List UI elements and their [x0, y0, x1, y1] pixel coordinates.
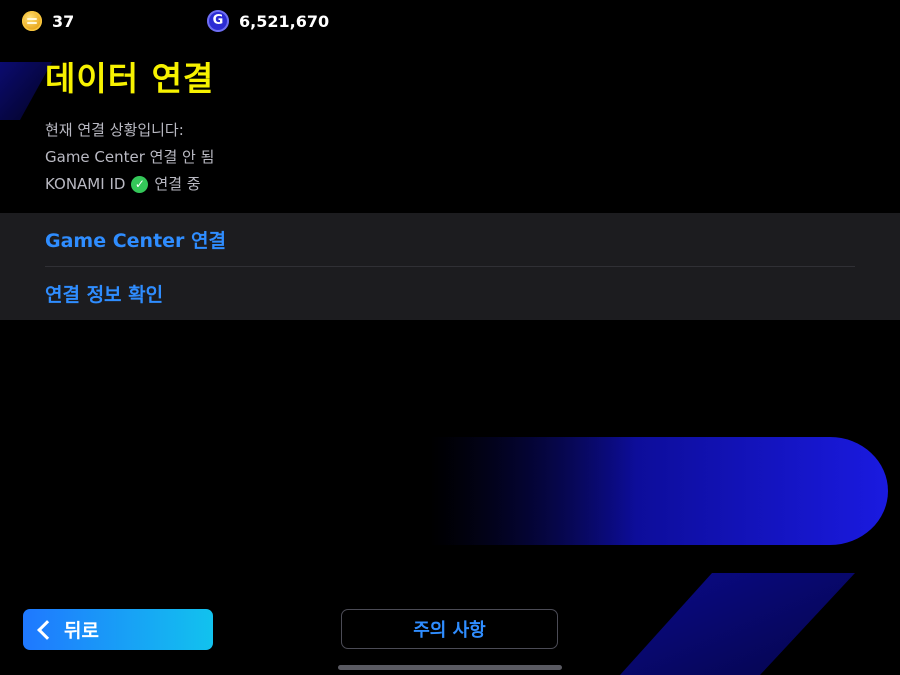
konami-status: 연결 중 — [154, 175, 201, 193]
back-button[interactable]: 뒤로 — [23, 609, 213, 650]
check-icon: ✓ — [131, 176, 149, 193]
back-label: 뒤로 — [64, 620, 99, 642]
gp-value: 6,521,670 — [239, 11, 330, 31]
gp-icon: G — [207, 10, 229, 32]
game-center-status: Game Center 연결 안 됨 — [45, 148, 215, 166]
status-intro: 현재 연결 상황입니다: — [45, 121, 184, 139]
coin-icon — [22, 11, 42, 31]
konami-id-label: KONAMI ID — [45, 175, 126, 193]
notice-button[interactable]: 주의 사항 — [341, 609, 558, 649]
konami-status-row: KONAMI ID ✓ 연결 중 — [45, 171, 214, 198]
home-indicator — [338, 665, 562, 670]
chevron-left-icon — [37, 619, 57, 640]
page-title: 데이터 연결 — [45, 59, 215, 98]
connection-menu: Game Center 연결 연결 정보 확인 — [0, 213, 900, 320]
menu-item-check-connection-info[interactable]: 연결 정보 확인 — [0, 267, 900, 320]
background-decoration — [0, 62, 888, 675]
menu-item-game-center-connect[interactable]: Game Center 연결 — [0, 213, 900, 266]
connection-status: 현재 연결 상황입니다: Game Center 연결 안 됨 KONAMI I… — [45, 117, 214, 198]
gp-counter: G 6,521,670 — [207, 8, 329, 34]
coins-counter: 37 — [22, 8, 74, 34]
coins-value: 37 — [52, 11, 75, 31]
